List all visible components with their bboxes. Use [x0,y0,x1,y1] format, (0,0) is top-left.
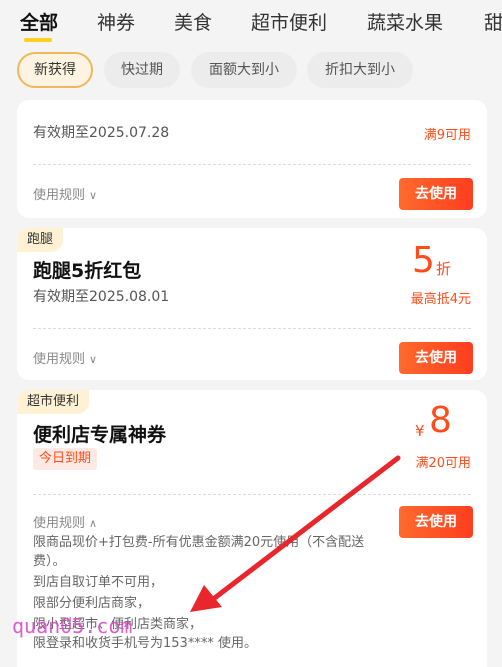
coupon-condition: 最高抵4元 [410,292,471,307]
divider [33,494,471,495]
filter-discount-desc[interactable]: 折扣大到小 [307,52,413,88]
tab-super-coupon[interactable]: 神券 [97,8,135,35]
rule-text: 限商品现价+打包费-所有优惠金额满20元使用（不含配送 [33,535,365,550]
tab-dessert[interactable]: 甜 [484,8,502,35]
coupon-condition: 满9可用 [423,128,471,143]
rule-text: 到店自取订单不可用， [33,575,164,590]
rules-toggle[interactable]: 使用规则 ∨ [33,184,97,203]
coupon-title: 跑腿5折红包 [33,260,142,282]
coupon-value: 5 [412,240,435,281]
divider [33,328,471,329]
rules-toggle[interactable]: 使用规则 ∨ [33,348,97,367]
coupon-category-tag: 超市便利 [17,390,90,414]
currency-symbol: ¥ [415,422,425,440]
use-coupon-button[interactable]: 去使用 [399,342,473,374]
coupon-category-tag: 跑腿 [17,228,64,252]
active-tab-indicator [24,38,52,42]
coupon-validity: 有效期至2025.07.28 [33,125,170,141]
chevron-down-icon: ∨ [89,189,98,202]
filter-bar: 新获得 快过期 面额大到小 折扣大到小 [0,52,502,92]
expire-today-badge: 今日到期 [33,448,98,470]
filter-newly-received[interactable]: 新获得 [17,52,93,88]
coupon-card: 有效期至2025.07.28 满9可用 使用规则 ∨ 去使用 [17,100,487,218]
rules-toggle[interactable]: 使用规则 ∧ [33,512,97,531]
coupon-condition: 满20可用 [415,456,471,471]
tab-fruit-veg[interactable]: 蔬菜水果 [367,8,443,35]
coupon-title: 便利店专属神券 [33,424,167,446]
rule-text: 限部分便利店商家， [33,596,151,611]
coupon-card: 跑腿 跑腿5折红包 有效期至2025.08.01 5 折 最高抵4元 使用规则 ∨… [17,228,487,380]
tab-food[interactable]: 美食 [174,8,212,35]
divider [33,164,471,165]
coupon-value: 8 [429,400,452,441]
rule-text: 费）。 [33,554,66,569]
category-tabs: 全部 神券 美食 超市便利 蔬菜水果 甜 [0,0,502,44]
coupon-unit: 折 [436,260,452,278]
chevron-down-icon: ∨ [89,353,98,366]
watermark: quan05.com [12,614,133,638]
filter-expiring-soon[interactable]: 快过期 [104,52,180,88]
use-coupon-button[interactable]: 去使用 [399,178,473,210]
tab-supermarket[interactable]: 超市便利 [251,8,327,35]
coupon-validity: 有效期至2025.08.01 [33,289,170,305]
chevron-up-icon: ∧ [89,517,98,530]
tab-all[interactable]: 全部 [20,8,58,35]
use-coupon-button[interactable]: 去使用 [399,506,473,538]
filter-value-desc[interactable]: 面额大到小 [191,52,297,88]
